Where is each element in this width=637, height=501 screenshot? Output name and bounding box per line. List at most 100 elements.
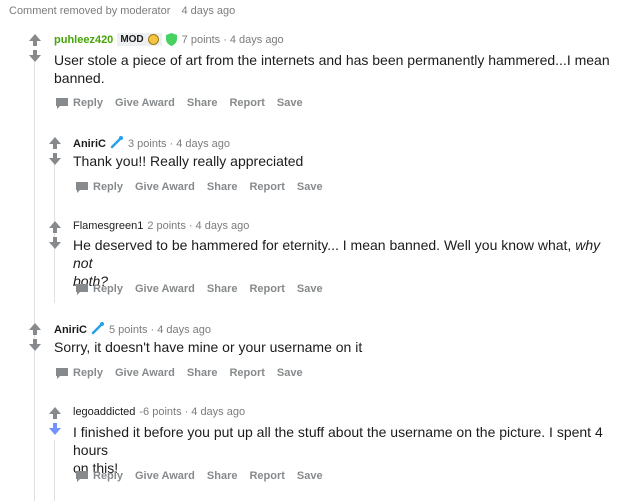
upvote-icon[interactable] (48, 136, 62, 152)
save-button[interactable]: Save (297, 283, 323, 295)
magic-wand-icon (110, 135, 124, 152)
give-award-button[interactable]: Give Award (115, 97, 175, 109)
comment-body-line: banned. (54, 70, 105, 86)
reply-bubble-icon (76, 181, 88, 193)
share-button[interactable]: Share (187, 97, 218, 109)
comment-body: I finished it before you put up all the … (73, 423, 633, 477)
vote-column (28, 322, 42, 354)
downvote-icon-active[interactable] (48, 422, 62, 438)
upvote-icon[interactable] (48, 406, 62, 422)
vote-column (28, 33, 42, 65)
comment-time[interactable]: 4 days ago (176, 138, 230, 150)
comment-actions: Reply Give Award Share Report Save (76, 283, 335, 295)
comment-body: He deserved to be hammered for eternity.… (73, 236, 623, 290)
reply-label: Reply (93, 283, 123, 295)
reply-label: Reply (73, 97, 103, 109)
comment-body-line: I finished it before you put up all the … (73, 424, 603, 458)
comment-author[interactable]: Flamesgreen1 (73, 220, 143, 232)
report-button[interactable]: Report (249, 283, 284, 295)
share-button[interactable]: Share (207, 181, 238, 193)
removed-comment-text: Comment removed by moderator (9, 5, 171, 17)
comment-body-line: He deserved to be hammered for eternity.… (73, 237, 572, 253)
give-award-button[interactable]: Give Award (135, 283, 195, 295)
comment-time[interactable]: 4 days ago (230, 34, 284, 46)
comment-actions: Reply Give Award Share Report Save (76, 181, 335, 193)
save-button[interactable]: Save (297, 470, 323, 482)
reply-bubble-icon (76, 283, 88, 295)
separator-dot: · (150, 323, 155, 336)
magic-wand-icon (91, 321, 105, 338)
separator-dot: · (169, 137, 174, 150)
downvote-icon[interactable] (28, 49, 42, 65)
give-award-button[interactable]: Give Award (135, 181, 195, 193)
reply-bubble-icon (76, 470, 88, 482)
comment-time[interactable]: 4 days ago (157, 324, 211, 336)
comment-actions: Reply Give Award Share Report Save (56, 367, 315, 379)
downvote-icon[interactable] (28, 338, 42, 354)
comment-header: legoaddicted -6 points · 4 days ago (73, 406, 245, 418)
upvote-icon[interactable] (28, 33, 42, 49)
comment-time[interactable]: 4 days ago (196, 220, 250, 232)
removed-comment-time: 4 days ago (181, 5, 236, 17)
reply-label: Reply (93, 181, 123, 193)
save-button[interactable]: Save (297, 181, 323, 193)
give-award-button[interactable]: Give Award (115, 367, 175, 379)
comment-author[interactable]: AniriC (73, 138, 106, 150)
comment-body-line: User stole a piece of art from the inter… (54, 52, 610, 68)
comment-header: Flamesgreen1 2 points · 4 days ago (73, 220, 249, 232)
comment-author[interactable]: puhleez420 (54, 34, 113, 46)
report-button[interactable]: Report (229, 367, 264, 379)
comment-body: Sorry, it doesn't have mine or your user… (54, 338, 624, 356)
vote-column (48, 406, 62, 438)
removed-comment-header: Comment removed by moderator 4 days ago (9, 5, 235, 17)
save-button[interactable]: Save (277, 367, 303, 379)
report-button[interactable]: Report (229, 97, 264, 109)
comment-time[interactable]: 4 days ago (191, 406, 245, 418)
reply-label: Reply (73, 367, 103, 379)
comment-author[interactable]: AniriC (54, 324, 87, 336)
comment-header: AniriC 5 points · 4 days ago (54, 321, 211, 338)
comment-actions: Reply Give Award Share Report Save (76, 470, 335, 482)
reply-button[interactable]: Reply (76, 283, 123, 295)
give-award-button[interactable]: Give Award (135, 470, 195, 482)
separator-dot: · (188, 220, 193, 232)
thread-line-level1[interactable] (34, 62, 35, 501)
upvote-icon[interactable] (28, 322, 42, 338)
reply-button[interactable]: Reply (76, 470, 123, 482)
report-button[interactable]: Report (249, 181, 284, 193)
share-button[interactable]: Share (207, 283, 238, 295)
comment-header: AniriC 3 points · 4 days ago (73, 135, 230, 152)
upvote-icon[interactable] (48, 220, 62, 236)
comment-body: Thank you!! Really really appreciated (73, 152, 623, 170)
separator-dot: · (223, 33, 227, 46)
reply-label: Reply (93, 470, 123, 482)
downvote-icon[interactable] (48, 236, 62, 252)
share-button[interactable]: Share (187, 367, 218, 379)
comment-body-line: Sorry, it doesn't have mine or your user… (54, 339, 363, 355)
shield-icon (165, 33, 177, 46)
comment-points: 7 points (181, 33, 221, 46)
emoji-face-icon (147, 34, 159, 45)
comment-points: -6 points (139, 406, 182, 418)
comment-points: 5 points (109, 323, 148, 336)
downvote-icon[interactable] (48, 152, 62, 168)
comment-body-line: Thank you!! Really really appreciated (73, 153, 304, 169)
separator-dot: · (184, 406, 189, 418)
comment-body: User stole a piece of art from the inter… (54, 51, 624, 87)
mod-badge-label: MOD (120, 34, 144, 45)
reply-button[interactable]: Reply (76, 181, 123, 193)
vote-column (48, 136, 62, 168)
save-button[interactable]: Save (277, 97, 303, 109)
comment-points: 2 points (147, 220, 186, 232)
comment-header: puhleez420 MOD 7 points · 4 days ago (54, 33, 284, 46)
thread-line-level3[interactable] (54, 440, 55, 501)
reply-bubble-icon (56, 367, 68, 379)
comment-points: 3 points (128, 137, 167, 150)
mod-badge: MOD (117, 33, 162, 46)
reply-button[interactable]: Reply (56, 97, 103, 109)
reply-button[interactable]: Reply (56, 367, 103, 379)
report-button[interactable]: Report (249, 470, 284, 482)
comment-author[interactable]: legoaddicted (73, 406, 135, 418)
share-button[interactable]: Share (207, 470, 238, 482)
reply-bubble-icon (56, 97, 68, 109)
